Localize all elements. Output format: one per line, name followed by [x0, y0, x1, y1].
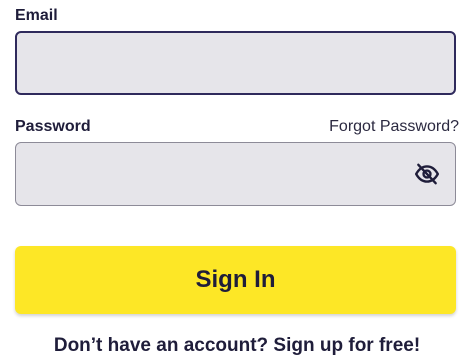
- password-field[interactable]: [16, 143, 455, 205]
- forgot-password-link[interactable]: Forgot Password?: [329, 117, 459, 136]
- sign-in-button[interactable]: Sign In: [15, 246, 456, 314]
- email-label: Email: [15, 7, 58, 24]
- email-field[interactable]: [17, 33, 454, 93]
- password-field-container: [15, 142, 456, 206]
- login-form: Email Password Forgot Password? Sign In …: [0, 0, 474, 355]
- eye-off-icon[interactable]: [413, 160, 441, 188]
- sign-up-link[interactable]: Don’t have an account? Sign up for free!: [0, 334, 474, 355]
- email-field-container: [15, 31, 456, 95]
- password-label: Password: [15, 118, 91, 135]
